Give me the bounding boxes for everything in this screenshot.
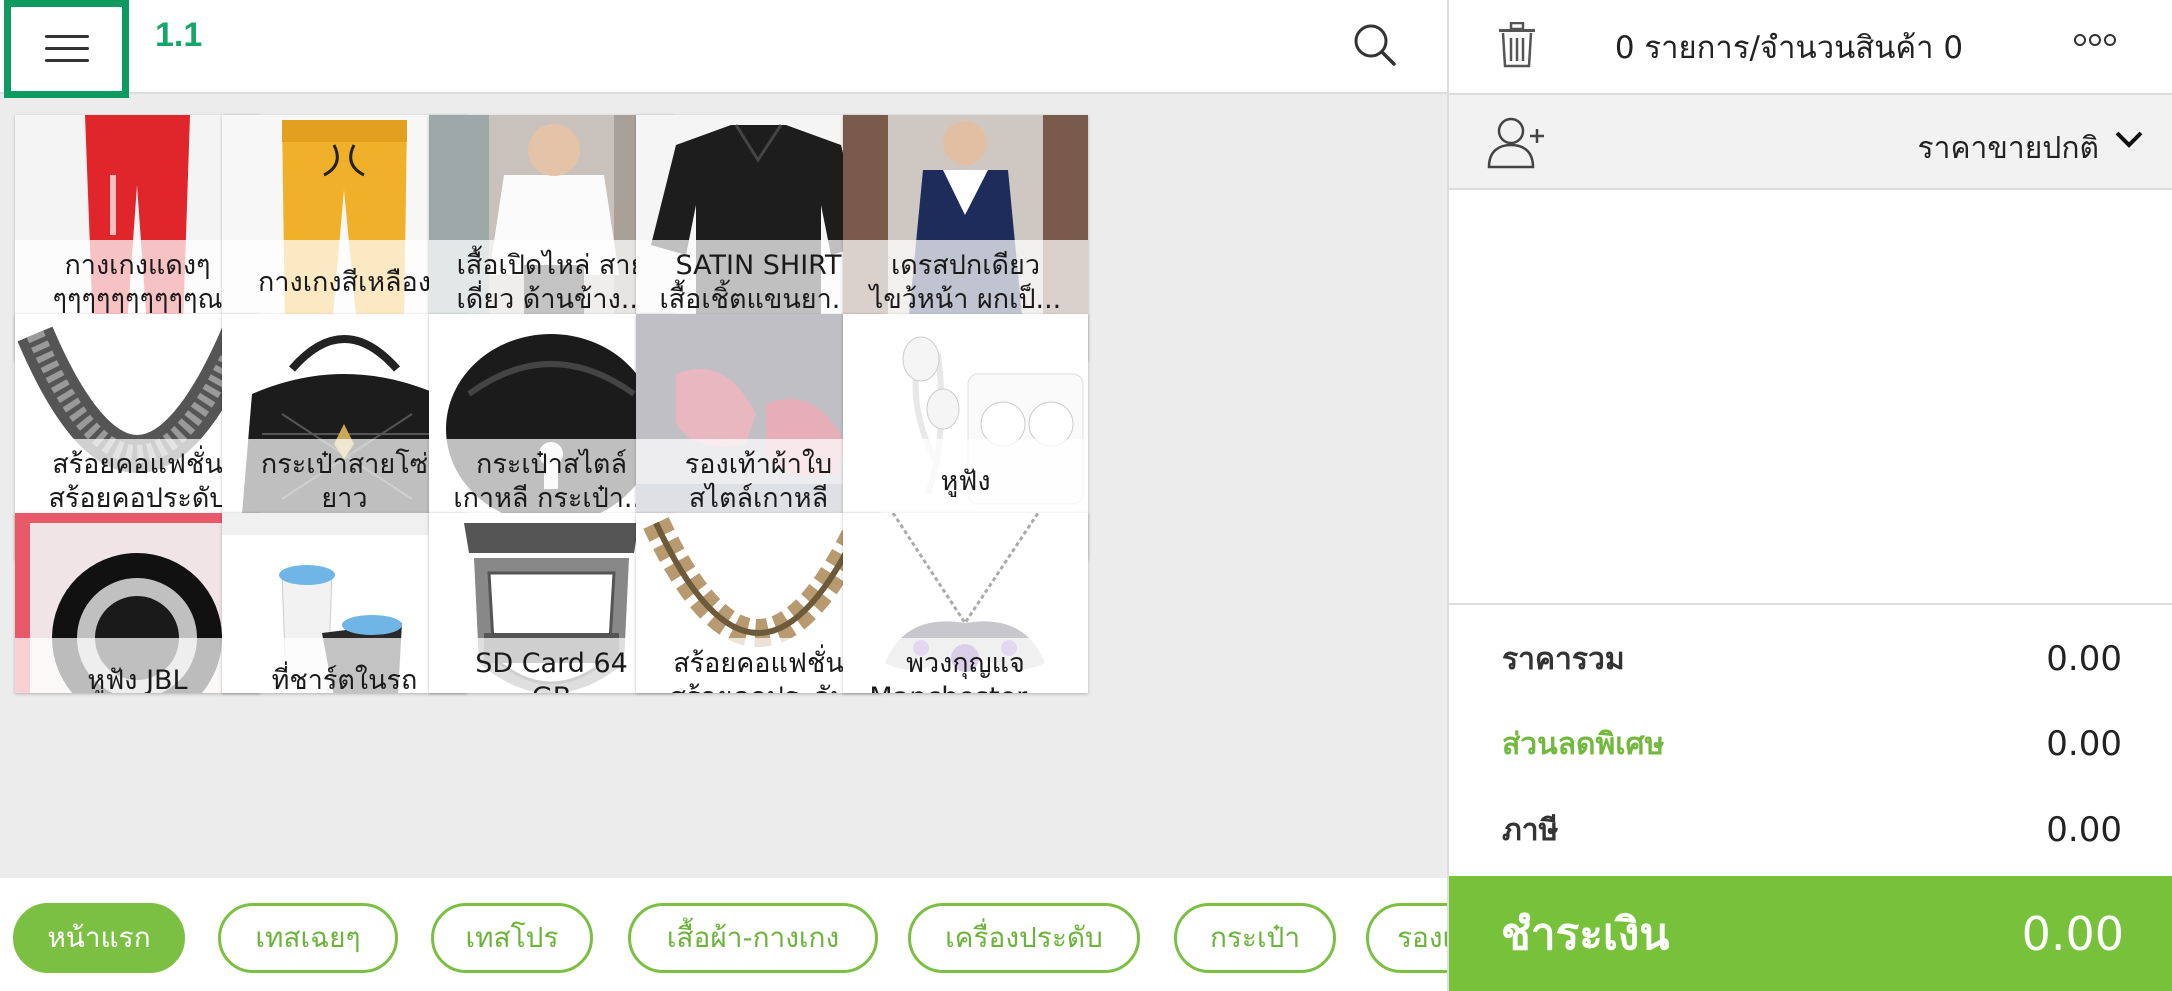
add-customer-button[interactable] [1487,115,1547,171]
tax-label: ภาษี [1502,812,1559,848]
pay-button[interactable]: ชำระเงิน 0.00 [1449,876,2172,991]
more-dot-icon [2104,34,2116,46]
tax-value: 0.00 [2046,810,2122,850]
category-chip[interactable]: รองเท้า [1366,903,1447,973]
step-label: 1.1 [155,16,203,54]
category-chip[interactable]: เทสเฉยๆ [218,903,398,973]
price-mode-select[interactable]: ราคาขายปกติ [1918,125,2100,172]
category-chip[interactable]: เสื้อผ้า-กางเกง [628,903,878,973]
cart-count: 0 รายการ/จำนวนสินค้า 0 [1614,30,1964,66]
trash-icon [1499,21,1535,68]
subtotal-value: 0.00 [2046,639,2122,679]
category-chip[interactable]: กระเป๋า [1174,903,1336,973]
more-dot-icon [2074,34,2086,46]
category-chip[interactable]: หน้าแรก [13,903,185,973]
more-dot-icon [2089,34,2101,46]
clear-cart-button[interactable] [1497,21,1537,68]
hamburger-icon [44,35,89,63]
category-bar: หน้าแรก เทสเฉยๆ เทสโปร เสื้อผ้า-กางเกง เครื่… [0,878,1447,991]
discount-value: 0.00 [2046,724,2122,764]
pay-label: ชำระเงิน [1501,908,1670,960]
menu-button[interactable] [4,0,129,98]
tax-row: ภาษี 0.00 [1502,805,2122,855]
product-panel: 1.1 กางเกงแดงๆ ๆๆๆๆๆๆๆๆๆๆณ300.00กางเกงสี… [0,0,1447,991]
category-chip[interactable]: เทสโปร [431,903,593,973]
pay-total: 0.00 [2021,906,2124,961]
more-options-button[interactable] [2074,34,2116,46]
product-name: พวงกุญแจ Manchester ... [843,638,1088,693]
customer-row: ราคาขายปกติ [1449,95,2172,190]
cart-summary: ราคารวม 0.00 ส่วนลดพิเศษ 0.00 ภาษี 0.00 [1449,603,2172,850]
category-chip[interactable]: เครื่องประดับ [908,903,1140,973]
search-button[interactable] [1350,20,1400,70]
cart-panel: 0 รายการ/จำนวนสินค้า 0 ราคาขายปกติ ราคาร… [1447,0,2172,991]
search-icon [1354,24,1396,66]
pos-app: 1.1 กางเกงแดงๆ ๆๆๆๆๆๆๆๆๆๆณ300.00กางเกงสี… [0,0,2172,991]
discount-label[interactable]: ส่วนลดพิเศษ [1502,721,1664,768]
top-bar: 1.1 [0,0,1447,98]
add-user-icon [1487,117,1544,169]
subtotal-label: ราคารวม [1502,641,1625,677]
chevron-down-icon[interactable] [2114,129,2144,149]
cart-header: 0 รายการ/จำนวนสินค้า 0 [1449,0,2172,95]
subtotal-row: ราคารวม 0.00 [1502,634,2122,684]
product-card[interactable]: พวงกุญแจ Manchester ... [843,513,1088,693]
discount-row[interactable]: ส่วนลดพิเศษ 0.00 [1502,719,2122,769]
